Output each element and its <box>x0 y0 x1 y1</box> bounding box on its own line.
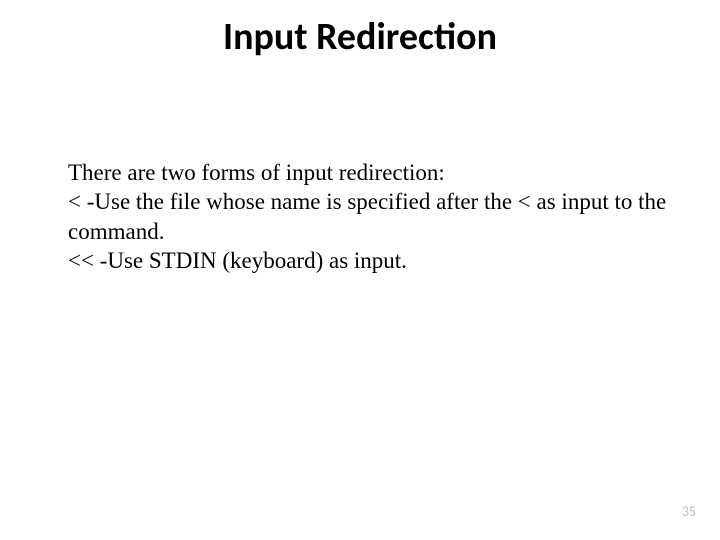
slide-title: Input Redirection <box>0 14 720 60</box>
body-line-2: < -Use the file whose name is specified … <box>68 187 670 246</box>
slide: Input Redirection There are two forms of… <box>0 0 720 540</box>
slide-body: There are two forms of input redirection… <box>68 158 670 276</box>
body-line-1: There are two forms of input redirection… <box>68 158 670 187</box>
page-number: 35 <box>682 503 696 520</box>
body-line-3: << -Use STDIN (keyboard) as input. <box>68 246 670 275</box>
